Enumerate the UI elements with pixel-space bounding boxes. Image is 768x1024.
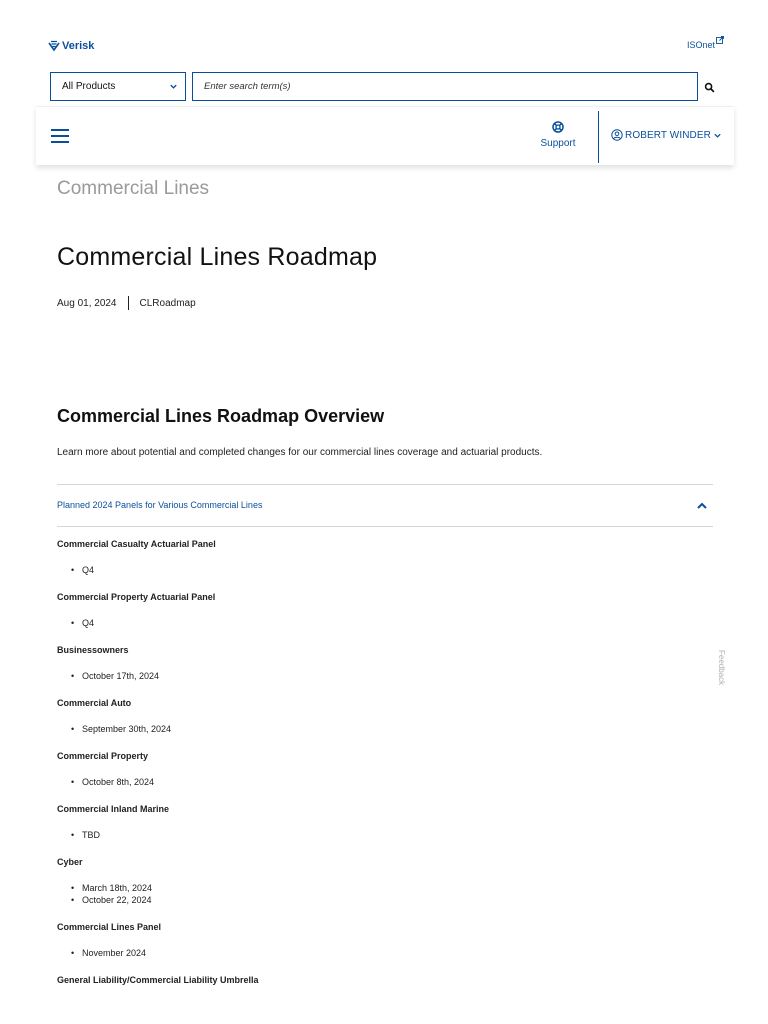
nav-divider: [598, 111, 599, 163]
menu-icon-bar: [51, 135, 69, 137]
support-label: Support: [540, 138, 576, 149]
search-input[interactable]: [192, 72, 698, 101]
panel-date-item: November 2024: [57, 947, 697, 959]
menu-icon-bar: [51, 129, 69, 131]
panel-date-item: October 17th, 2024: [57, 670, 697, 682]
panel-name: Cyber: [57, 857, 83, 867]
panel-date-list: October 17th, 2024: [57, 670, 697, 682]
search-icon: [704, 82, 715, 93]
menu-button[interactable]: [51, 129, 69, 143]
feedback-tab[interactable]: Feedback: [716, 650, 728, 694]
chevron-up-icon[interactable]: [696, 500, 708, 512]
chevron-down-icon: [170, 84, 177, 89]
panel-date-list: TBD: [57, 829, 697, 841]
user-menu[interactable]: ROBERT WINDER: [611, 129, 722, 141]
verisk-logo-icon: [48, 40, 60, 52]
accordion-label: Planned 2024 Panels for Various Commerci…: [57, 500, 263, 510]
brand-name: Verisk: [62, 40, 95, 52]
lifebuoy-icon: [552, 121, 564, 133]
section-title: Commercial Lines Roadmap Overview: [57, 406, 385, 426]
panel-date-item: TBD: [57, 829, 697, 841]
panel-date-list: March 18th, 2024October 22, 2024: [57, 882, 697, 906]
search-row: All Products: [50, 72, 720, 101]
product-select[interactable]: All Products: [50, 72, 186, 101]
isonet-label: ISOnet: [686, 40, 715, 50]
search-button[interactable]: [698, 76, 720, 98]
panel-date-item: March 18th, 2024: [57, 882, 697, 894]
panel-name: Commercial Auto: [57, 698, 132, 708]
user-name: ROBERT WINDER: [625, 129, 711, 141]
product-select-value: All Products: [62, 81, 116, 92]
page-title: Commercial Lines Roadmap: [57, 243, 378, 271]
panel-date-list: October 8th, 2024: [57, 776, 697, 788]
panel-name: Commercial Lines Panel: [57, 922, 162, 932]
panel-date-list: Q4: [57, 564, 697, 576]
main-navbar: Support ROBERT WINDER: [36, 106, 734, 165]
panel-date-list: November 2024: [57, 947, 697, 959]
top-bar: Verisk ISOnet: [48, 36, 724, 62]
isonet-link[interactable]: ISOnet: [686, 36, 724, 50]
panel-date-item: Q4: [57, 564, 697, 576]
panel-name: Commercial Casualty Actuarial Panel: [57, 539, 216, 549]
panel-date-item: October 8th, 2024: [57, 776, 697, 788]
panel-name: General Liability/Commercial Liability U…: [57, 975, 259, 985]
panel-list: Commercial Casualty Actuarial Panel Q4 Com…: [57, 538, 697, 986]
panel-name: Businessowners: [57, 645, 129, 655]
feedback-label: Feedback: [717, 650, 726, 686]
article-tag: CLRoadmap: [139, 297, 196, 309]
meta-divider: [127, 296, 129, 310]
panel-date-item: October 22, 2024: [57, 894, 697, 906]
article-date: Aug 01, 2024: [57, 297, 117, 309]
panel-name: Commercial Property: [57, 751, 149, 761]
external-link-icon: [716, 36, 724, 44]
section-intro: Learn more about potential and completed…: [57, 447, 543, 458]
accordion-header[interactable]: Planned 2024 Panels for Various Commerci…: [57, 484, 713, 527]
user-avatar-icon: [611, 129, 623, 141]
panel-date-item: Q4: [57, 617, 697, 629]
panel-date-list: September 30th, 2024: [57, 723, 697, 735]
menu-icon-bar: [51, 141, 69, 143]
chevron-down-icon: [714, 133, 721, 138]
breadcrumb[interactable]: Commercial Lines: [57, 178, 209, 200]
verisk-logo[interactable]: Verisk: [48, 40, 94, 52]
panel-name: Commercial Property Actuarial Panel: [57, 592, 216, 602]
panel-date-list: Q4: [57, 617, 697, 629]
panel-date-item: September 30th, 2024: [57, 723, 697, 735]
article-meta: Aug 01, 2024 CLRoadmap: [57, 296, 196, 310]
support-button[interactable]: Support: [536, 121, 580, 149]
panel-name: Commercial Inland Marine: [57, 804, 170, 814]
